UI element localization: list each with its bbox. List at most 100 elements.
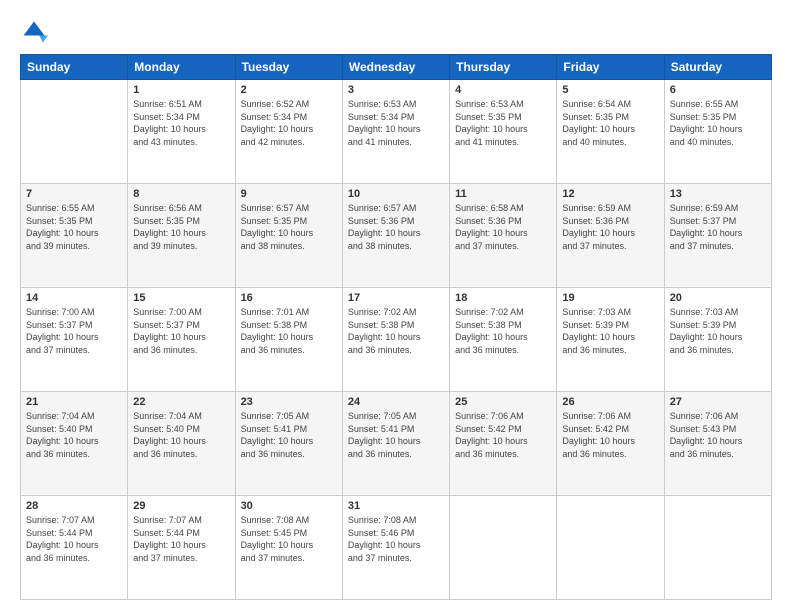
calendar-cell bbox=[557, 496, 664, 600]
calendar-cell bbox=[664, 496, 771, 600]
day-number: 8 bbox=[133, 188, 229, 200]
calendar-cell: 4Sunrise: 6:53 AM Sunset: 5:35 PM Daylig… bbox=[450, 80, 557, 184]
calendar-cell: 8 Sunrise: 6:56 AM Sunset: 5:35 PM Daylig… bbox=[128, 184, 235, 288]
calendar-cell: 17 Sunrise: 7:02 AM Sunset: 5:38 PM Dayli… bbox=[342, 288, 449, 392]
logo-icon bbox=[20, 18, 48, 46]
calendar-header-cell: Tuesday bbox=[235, 55, 342, 80]
day-number: 26 bbox=[562, 396, 658, 408]
day-number: 7 bbox=[26, 188, 122, 200]
day-number: 3 bbox=[348, 84, 444, 96]
day-info: Sunrise: 7:05 AM Sunset: 5:41 PM Dayligh… bbox=[241, 410, 337, 460]
logo bbox=[20, 18, 52, 46]
day-info: Sunrise: 7:00 AM Sunset: 5:37 PM Dayligh… bbox=[133, 306, 229, 356]
day-number: 14 bbox=[26, 292, 122, 304]
calendar-cell: 26 Sunrise: 7:06 AM Sunset: 5:42 PM Dayli… bbox=[557, 392, 664, 496]
calendar-header-cell: Monday bbox=[128, 55, 235, 80]
day-number: 11 bbox=[455, 188, 551, 200]
calendar-week-row: 1 Sunrise: 6:51 AM Sunset: 5:34 PM Daylig… bbox=[21, 80, 772, 184]
day-number: 1 bbox=[133, 84, 229, 96]
calendar-cell: 25 Sunrise: 7:06 AM Sunset: 5:42 PM Dayli… bbox=[450, 392, 557, 496]
day-info: Sunrise: 7:07 AM Sunset: 5:44 PM Dayligh… bbox=[26, 514, 122, 564]
calendar-cell: 16 Sunrise: 7:01 AM Sunset: 5:38 PM Dayli… bbox=[235, 288, 342, 392]
calendar-cell: 1 Sunrise: 6:51 AM Sunset: 5:34 PM Daylig… bbox=[128, 80, 235, 184]
calendar-cell: 28 Sunrise: 7:07 AM Sunset: 5:44 PM Dayli… bbox=[21, 496, 128, 600]
day-info: Sunrise: 7:00 AM Sunset: 5:37 PM Dayligh… bbox=[26, 306, 122, 356]
day-info: Sunrise: 6:51 AM Sunset: 5:34 PM Dayligh… bbox=[133, 98, 229, 148]
calendar-cell: 12Sunrise: 6:59 AM Sunset: 5:36 PM Dayli… bbox=[557, 184, 664, 288]
day-number: 2 bbox=[241, 84, 337, 96]
day-number: 23 bbox=[241, 396, 337, 408]
calendar-cell: 5 Sunrise: 6:54 AM Sunset: 5:35 PM Daylig… bbox=[557, 80, 664, 184]
calendar-cell: 22 Sunrise: 7:04 AM Sunset: 5:40 PM Dayli… bbox=[128, 392, 235, 496]
header bbox=[20, 18, 772, 46]
day-number: 21 bbox=[26, 396, 122, 408]
day-number: 28 bbox=[26, 500, 122, 512]
day-number: 20 bbox=[670, 292, 766, 304]
day-number: 19 bbox=[562, 292, 658, 304]
day-info: Sunrise: 7:06 AM Sunset: 5:43 PM Dayligh… bbox=[670, 410, 766, 460]
day-number: 15 bbox=[133, 292, 229, 304]
calendar-cell: 14 Sunrise: 7:00 AM Sunset: 5:37 PM Dayli… bbox=[21, 288, 128, 392]
calendar-header-cell: Thursday bbox=[450, 55, 557, 80]
calendar-cell: 6 Sunrise: 6:55 AM Sunset: 5:35 PM Daylig… bbox=[664, 80, 771, 184]
day-info: Sunrise: 7:02 AM Sunset: 5:38 PM Dayligh… bbox=[348, 306, 444, 356]
day-info: Sunrise: 7:06 AM Sunset: 5:42 PM Dayligh… bbox=[455, 410, 551, 460]
day-info: Sunrise: 7:01 AM Sunset: 5:38 PM Dayligh… bbox=[241, 306, 337, 356]
calendar-cell: 31Sunrise: 7:08 AM Sunset: 5:46 PM Dayli… bbox=[342, 496, 449, 600]
calendar-cell: 21 Sunrise: 7:04 AM Sunset: 5:40 PM Dayli… bbox=[21, 392, 128, 496]
day-number: 6 bbox=[670, 84, 766, 96]
day-info: Sunrise: 6:54 AM Sunset: 5:35 PM Dayligh… bbox=[562, 98, 658, 148]
calendar-cell: 27 Sunrise: 7:06 AM Sunset: 5:43 PM Dayli… bbox=[664, 392, 771, 496]
calendar-cell: 2 Sunrise: 6:52 AM Sunset: 5:34 PM Daylig… bbox=[235, 80, 342, 184]
day-number: 17 bbox=[348, 292, 444, 304]
day-info: Sunrise: 7:03 AM Sunset: 5:39 PM Dayligh… bbox=[670, 306, 766, 356]
day-info: Sunrise: 6:56 AM Sunset: 5:35 PM Dayligh… bbox=[133, 202, 229, 252]
calendar-cell: 24Sunrise: 7:05 AM Sunset: 5:41 PM Dayli… bbox=[342, 392, 449, 496]
calendar-cell: 13 Sunrise: 6:59 AM Sunset: 5:37 PM Dayli… bbox=[664, 184, 771, 288]
day-info: Sunrise: 7:02 AM Sunset: 5:38 PM Dayligh… bbox=[455, 306, 551, 356]
day-number: 30 bbox=[241, 500, 337, 512]
calendar-cell: 23 Sunrise: 7:05 AM Sunset: 5:41 PM Dayli… bbox=[235, 392, 342, 496]
calendar-week-row: 7 Sunrise: 6:55 AM Sunset: 5:35 PM Daylig… bbox=[21, 184, 772, 288]
page: SundayMondayTuesdayWednesdayThursdayFrid… bbox=[0, 0, 792, 612]
day-info: Sunrise: 7:04 AM Sunset: 5:40 PM Dayligh… bbox=[26, 410, 122, 460]
day-number: 29 bbox=[133, 500, 229, 512]
day-info: Sunrise: 6:57 AM Sunset: 5:35 PM Dayligh… bbox=[241, 202, 337, 252]
day-info: Sunrise: 6:55 AM Sunset: 5:35 PM Dayligh… bbox=[26, 202, 122, 252]
calendar-header-row: SundayMondayTuesdayWednesdayThursdayFrid… bbox=[21, 55, 772, 80]
day-info: Sunrise: 6:59 AM Sunset: 5:37 PM Dayligh… bbox=[670, 202, 766, 252]
day-info: Sunrise: 6:52 AM Sunset: 5:34 PM Dayligh… bbox=[241, 98, 337, 148]
day-info: Sunrise: 6:55 AM Sunset: 5:35 PM Dayligh… bbox=[670, 98, 766, 148]
day-number: 10 bbox=[348, 188, 444, 200]
day-number: 16 bbox=[241, 292, 337, 304]
day-info: Sunrise: 7:08 AM Sunset: 5:45 PM Dayligh… bbox=[241, 514, 337, 564]
calendar-cell: 15 Sunrise: 7:00 AM Sunset: 5:37 PM Dayli… bbox=[128, 288, 235, 392]
day-info: Sunrise: 6:53 AM Sunset: 5:34 PM Dayligh… bbox=[348, 98, 444, 148]
day-info: Sunrise: 6:59 AM Sunset: 5:36 PM Dayligh… bbox=[562, 202, 658, 252]
day-number: 25 bbox=[455, 396, 551, 408]
day-number: 13 bbox=[670, 188, 766, 200]
calendar-week-row: 28 Sunrise: 7:07 AM Sunset: 5:44 PM Dayli… bbox=[21, 496, 772, 600]
day-number: 24 bbox=[348, 396, 444, 408]
day-number: 22 bbox=[133, 396, 229, 408]
calendar-header-cell: Saturday bbox=[664, 55, 771, 80]
calendar-cell: 11 Sunrise: 6:58 AM Sunset: 5:36 PM Dayli… bbox=[450, 184, 557, 288]
day-number: 5 bbox=[562, 84, 658, 96]
day-info: Sunrise: 7:06 AM Sunset: 5:42 PM Dayligh… bbox=[562, 410, 658, 460]
calendar-cell: 19Sunrise: 7:03 AM Sunset: 5:39 PM Dayli… bbox=[557, 288, 664, 392]
calendar-header-cell: Wednesday bbox=[342, 55, 449, 80]
calendar-week-row: 21 Sunrise: 7:04 AM Sunset: 5:40 PM Dayli… bbox=[21, 392, 772, 496]
day-number: 9 bbox=[241, 188, 337, 200]
calendar-cell: 10 Sunrise: 6:57 AM Sunset: 5:36 PM Dayli… bbox=[342, 184, 449, 288]
calendar-header-cell: Friday bbox=[557, 55, 664, 80]
day-number: 27 bbox=[670, 396, 766, 408]
day-info: Sunrise: 7:04 AM Sunset: 5:40 PM Dayligh… bbox=[133, 410, 229, 460]
day-info: Sunrise: 7:08 AM Sunset: 5:46 PM Dayligh… bbox=[348, 514, 444, 564]
day-info: Sunrise: 6:53 AM Sunset: 5:35 PM Dayligh… bbox=[455, 98, 551, 148]
day-info: Sunrise: 6:58 AM Sunset: 5:36 PM Dayligh… bbox=[455, 202, 551, 252]
calendar-cell: 18Sunrise: 7:02 AM Sunset: 5:38 PM Dayli… bbox=[450, 288, 557, 392]
calendar-cell: 20 Sunrise: 7:03 AM Sunset: 5:39 PM Dayli… bbox=[664, 288, 771, 392]
calendar-cell: 29Sunrise: 7:07 AM Sunset: 5:44 PM Dayli… bbox=[128, 496, 235, 600]
day-info: Sunrise: 6:57 AM Sunset: 5:36 PM Dayligh… bbox=[348, 202, 444, 252]
calendar-cell: 7 Sunrise: 6:55 AM Sunset: 5:35 PM Daylig… bbox=[21, 184, 128, 288]
